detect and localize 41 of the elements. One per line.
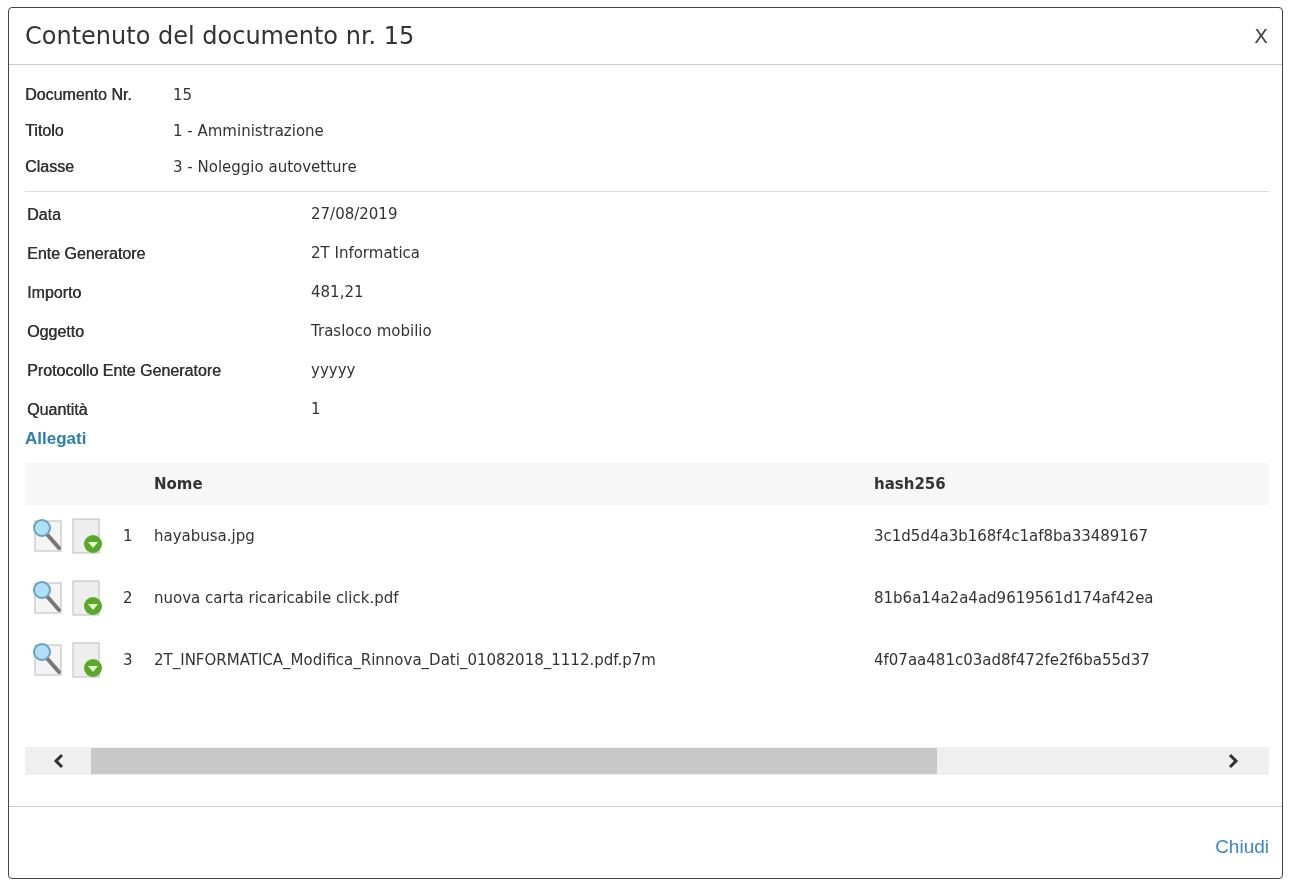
preview-icon[interactable]: [31, 580, 65, 616]
download-icon[interactable]: [71, 642, 105, 678]
preview-icon[interactable]: [31, 642, 65, 678]
field-value: 15: [173, 85, 194, 106]
download-icon[interactable]: [71, 580, 105, 616]
horizontal-scrollbar[interactable]: [25, 747, 1269, 775]
download-icon[interactable]: [71, 518, 105, 554]
row-number: 1: [123, 527, 134, 545]
field-value: 1 - Amministrazione: [173, 121, 325, 142]
file-name: hayabusa.jpg: [154, 527, 256, 545]
field-value: 1: [311, 399, 322, 420]
field-label: Oggetto: [27, 322, 85, 342]
column-header: Nome: [154, 475, 204, 493]
close-link[interactable]: Chiudi: [1215, 835, 1269, 858]
field-label: Importo: [27, 283, 83, 303]
dialog-title: Contenuto del documento nr. 15: [25, 22, 415, 50]
field-value: 481,21: [311, 282, 365, 303]
field-label: Ente Generatore: [27, 244, 147, 264]
field-value: yyyyy: [311, 360, 357, 381]
field-label: Titolo: [25, 121, 65, 141]
field-label: Protocollo Ente Generatore: [27, 361, 222, 381]
column-header: hash256: [874, 475, 946, 493]
file-name: 2T_INFORMATICA_Modifica_Rinnova_Dati_01082018_1112.pdf.p7m: [154, 651, 657, 669]
field-label: Quantità: [27, 400, 89, 420]
file-name: nuova carta ricaricabile click.pdf: [154, 589, 400, 607]
field-value: 27/08/2019: [311, 204, 399, 225]
field-value: 2T Informatica: [311, 243, 422, 264]
scrollbar-thumb[interactable]: [91, 748, 937, 774]
field-value: Trasloco mobilio: [311, 321, 433, 342]
preview-icon[interactable]: [31, 518, 65, 554]
hash-value: 3c1d5d4a3b168f4c1af8ba33489167: [874, 527, 1149, 545]
field-value: 3 - Noleggio autovetture: [173, 157, 358, 178]
row-number: 3: [123, 651, 134, 669]
hash-value: 4f07aa481c03ad8f472fe2f6ba55d37: [874, 651, 1150, 669]
hash-value: 81b6a14a2a4ad9619561d174af42ea: [874, 589, 1154, 607]
field-label: Classe: [25, 157, 75, 177]
field-label: Documento Nr.: [25, 85, 133, 105]
field-label: Data: [27, 205, 62, 225]
section-heading: Allegati: [25, 429, 87, 450]
row-number: 2: [123, 589, 134, 607]
close-button[interactable]: X: [1254, 24, 1268, 48]
